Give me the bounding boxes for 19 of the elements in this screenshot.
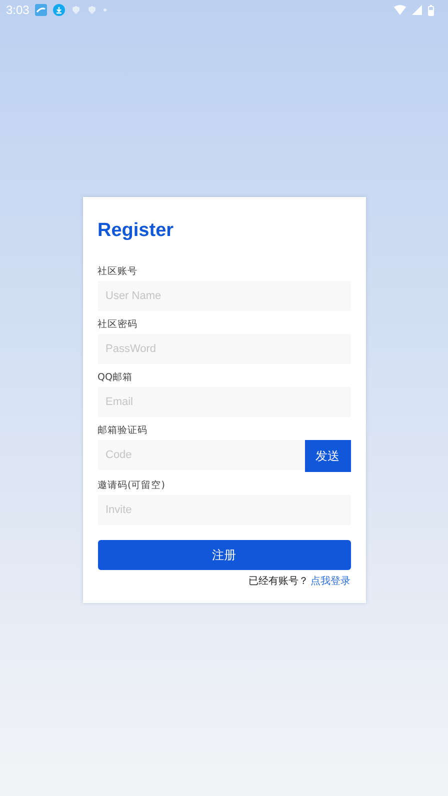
shield-icon: [87, 5, 98, 15]
signal-icon: [412, 5, 422, 15]
send-button[interactable]: 发送: [304, 440, 350, 472]
battery-icon: [428, 4, 434, 16]
field-label: 邀请码(可留空): [98, 479, 166, 493]
download-icon: [53, 4, 66, 16]
app-notification-icon: [35, 4, 48, 16]
dot-icon: [103, 8, 108, 12]
login-link[interactable]: 点我登录: [310, 575, 350, 589]
register-button[interactable]: 注册: [98, 540, 350, 570]
field-label: 社区账号: [98, 265, 138, 279]
shield-icon: [71, 5, 82, 15]
field-label: 邮箱验证码: [98, 424, 148, 438]
form-title: Register: [98, 220, 175, 242]
login-prompt: 已经有账号？: [248, 575, 308, 589]
field-label: 社区密码: [98, 318, 138, 332]
field-label: QQ邮箱: [98, 371, 134, 385]
wifi-icon: [394, 5, 406, 15]
status-time: 3:03: [6, 3, 30, 17]
